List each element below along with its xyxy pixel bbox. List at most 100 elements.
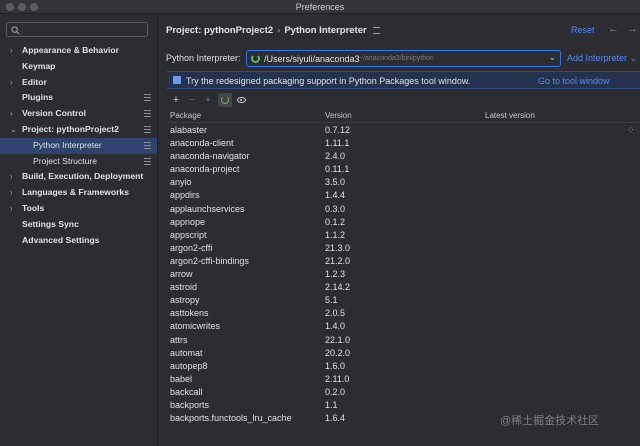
package-name-cell: applaunchservices: [170, 203, 245, 214]
table-row[interactable]: babel 2.11.0: [167, 373, 640, 386]
sidebar-item-label: Python Interpreter: [33, 139, 102, 150]
chevron-right-icon[interactable]: ›: [10, 106, 13, 122]
sidebar-item-settings-sync[interactable]: Settings Sync: [0, 217, 157, 233]
package-name-cell: backcall: [170, 386, 203, 397]
package-name-cell: appnope: [170, 216, 206, 227]
package-name-cell: asttokens: [170, 308, 209, 319]
sidebar-item-project-structure[interactable]: Project Structure: [0, 154, 157, 170]
version-cell: 1.4.0: [325, 321, 346, 332]
table-row[interactable]: anaconda-project 0.11.1: [167, 163, 640, 176]
upgrade-package-button[interactable]: ▲: [201, 93, 215, 107]
table-row[interactable]: anyio 3.5.0: [167, 176, 640, 189]
remove-package-button[interactable]: −: [185, 93, 199, 107]
table-row[interactable]: applaunchservices 0.3.0: [167, 203, 640, 216]
table-row[interactable]: anaconda-navigator 2.4.0: [167, 150, 640, 163]
chevron-right-icon[interactable]: ›: [10, 169, 13, 185]
go-to-tool-window-link[interactable]: Go to tool window: [538, 76, 610, 86]
table-row[interactable]: automat 20.2.0: [167, 347, 640, 360]
eye-icon: [236, 97, 246, 103]
table-row[interactable]: alabaster 0.7.12: [167, 124, 640, 137]
sidebar-item-label: Project Structure: [33, 155, 97, 166]
sidebar-item-tools[interactable]: › Tools: [0, 201, 157, 217]
table-row[interactable]: argon2-cffi 21.3.0: [167, 242, 640, 255]
sidebar-item-label: Version Control: [22, 108, 86, 119]
table-row[interactable]: appnope 0.1.2: [167, 216, 640, 229]
version-cell: 3.5.0: [325, 177, 346, 188]
package-name-cell: atomicwrites: [170, 321, 221, 332]
package-name-cell: backports: [170, 399, 210, 410]
column-header-version[interactable]: Version: [325, 111, 352, 120]
sidebar-item-version-control[interactable]: › Version Control: [0, 106, 157, 122]
table-row[interactable]: anaconda-client 1.11.1: [167, 137, 640, 150]
package-name-cell: astropy: [170, 295, 200, 306]
sidebar-item-editor[interactable]: › Editor: [0, 75, 157, 91]
interpreter-panel: Project: pythonProject2 › Python Interpret…: [158, 15, 640, 446]
version-cell: 0.2.0: [325, 386, 346, 397]
table-row[interactable]: attrs 22.1.0: [167, 334, 640, 347]
table-row[interactable]: autopep8 1.6.0: [167, 360, 640, 373]
interpreter-select[interactable]: /Users/siyuli/anaconda3 ~/anaconda3/bin/…: [246, 50, 561, 67]
sidebar-item-python-interpreter[interactable]: Python Interpreter: [0, 137, 157, 154]
breadcrumb-project[interactable]: Project: pythonProject2: [166, 25, 273, 36]
table-row[interactable]: appscript 1.1.2: [167, 229, 640, 242]
table-row[interactable]: backcall 0.2.0: [167, 386, 640, 399]
package-name-cell: appdirs: [170, 190, 200, 201]
column-header-latest-version[interactable]: Latest version: [485, 111, 535, 120]
version-cell: 2.0.5: [325, 308, 346, 319]
table-row[interactable]: asttokens 2.0.5: [167, 307, 640, 320]
forward-arrow-icon[interactable]: →: [627, 23, 640, 35]
list-icon: [372, 27, 380, 34]
sidebar-item-advanced-settings[interactable]: Advanced Settings: [0, 233, 157, 249]
package-name-cell: argon2-cffi-bindings: [170, 255, 249, 266]
back-forward-arrows[interactable]: ←→: [608, 23, 640, 35]
sidebar-item-appearance-behavior[interactable]: › Appearance & Behavior: [0, 43, 157, 59]
table-body: alabaster 0.7.12 anaconda-client 1.11.1 anac…: [167, 124, 640, 425]
sidebar-item-keymap[interactable]: Keymap: [0, 59, 157, 75]
version-cell: 0.1.2: [325, 216, 346, 227]
table-row[interactable]: backports 1.1: [167, 399, 640, 412]
table-row[interactable]: arrow 1.2.3: [167, 268, 640, 281]
sidebar-item-build-execution-deployment[interactable]: › Build, Execution, Deployment: [0, 169, 157, 185]
version-cell: 5.1: [325, 295, 338, 306]
package-name-cell: attrs: [170, 334, 188, 345]
package-name-cell: alabaster: [170, 125, 208, 135]
chevron-down-icon[interactable]: ⌄: [548, 52, 556, 63]
title-bar: Preferences: [0, 0, 640, 14]
sidebar-item-plugins[interactable]: Plugins: [0, 90, 157, 106]
settings-sidebar: › Appearance & Behavior Keymap › Editor Plugi…: [0, 15, 158, 446]
sidebar-item-project-pythonproject2[interactable]: ⌄ Project: pythonProject2: [0, 122, 157, 138]
table-row[interactable]: astropy 5.1: [167, 294, 640, 307]
table-row[interactable]: atomicwrites 1.4.0: [167, 320, 640, 333]
column-header-package[interactable]: Package: [170, 111, 201, 120]
version-cell: 0.3.0: [325, 203, 346, 214]
table-row[interactable]: argon2-cffi-bindings 21.2.0: [167, 255, 640, 268]
chevron-right-icon[interactable]: ›: [10, 201, 13, 217]
show-early-releases-button[interactable]: [234, 93, 248, 107]
loading-spinner-icon: [251, 54, 260, 63]
version-cell: 21.3.0: [325, 242, 351, 253]
refresh-icon: [221, 96, 229, 104]
chevron-right-icon[interactable]: ›: [10, 185, 13, 201]
reset-button[interactable]: Reset: [571, 25, 595, 35]
sidebar-item-languages-frameworks[interactable]: › Languages & Frameworks: [0, 185, 157, 201]
version-cell: 1.2.3: [325, 269, 346, 280]
chevron-down-icon[interactable]: ⌄: [10, 122, 17, 138]
back-arrow-icon[interactable]: ←: [608, 23, 627, 35]
package-name-cell: babel: [170, 373, 193, 384]
window-title: Preferences: [295, 2, 345, 12]
table-row[interactable]: astroid 2.14.2: [167, 281, 640, 294]
gift-icon: [173, 76, 181, 84]
add-interpreter-button[interactable]: Add Interpreter ⌄: [567, 53, 637, 64]
info-banner: Try the redesigned packaging support in …: [167, 71, 640, 89]
package-name-cell: astroid: [170, 282, 198, 293]
chevron-right-icon[interactable]: ›: [10, 75, 13, 91]
chevron-right-icon[interactable]: ›: [10, 43, 13, 59]
banner-text: Try the redesigned packaging support in …: [186, 76, 471, 86]
search-icon: [11, 26, 20, 35]
table-row[interactable]: appdirs 1.4.4: [167, 189, 640, 202]
refresh-button[interactable]: [218, 93, 232, 107]
version-cell: 1.1.2: [325, 229, 346, 240]
settings-search-input[interactable]: [6, 22, 148, 37]
sidebar-item-label: Plugins: [22, 92, 54, 103]
add-package-button[interactable]: +: [169, 93, 183, 107]
